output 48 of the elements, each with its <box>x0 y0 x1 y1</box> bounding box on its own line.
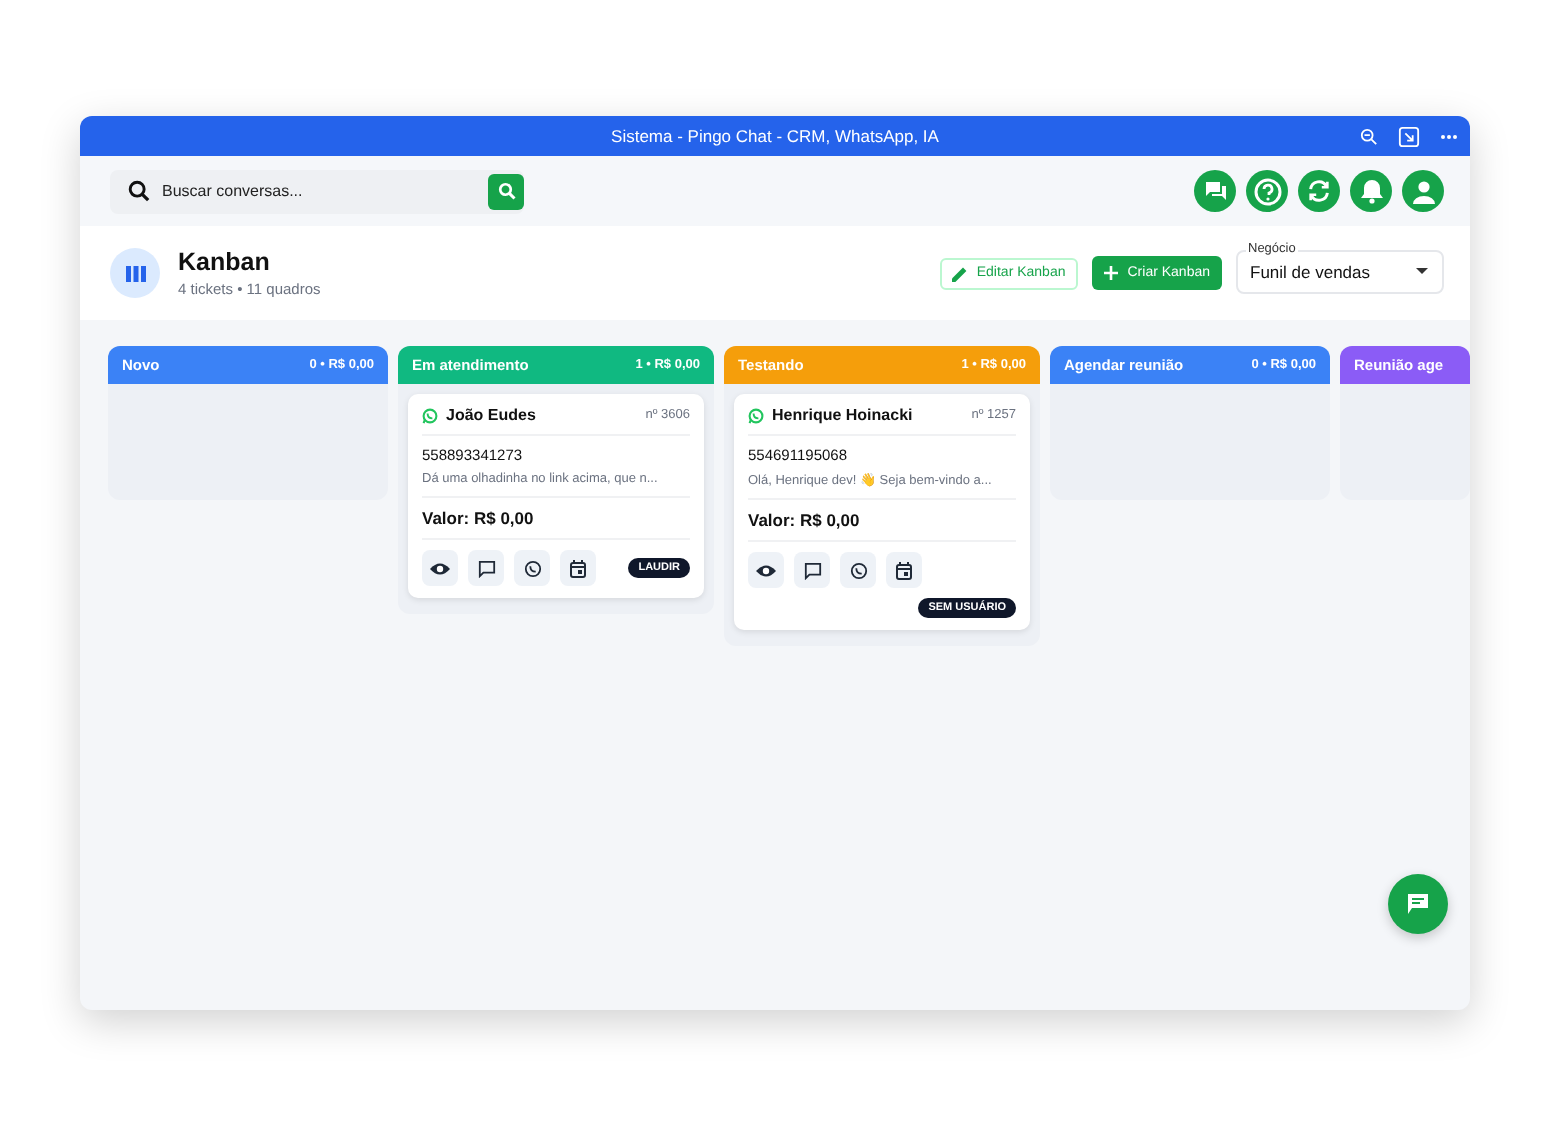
message-button[interactable] <box>468 550 504 586</box>
calendar-button[interactable] <box>560 550 596 586</box>
search-field[interactable]: Buscar conversas... <box>158 180 480 202</box>
view-button[interactable] <box>748 552 784 588</box>
speech-bubble-icon <box>477 559 495 577</box>
calendar-icon <box>570 559 586 577</box>
calendar-button[interactable] <box>886 552 922 588</box>
notification-button[interactable] <box>1350 170 1392 212</box>
whatsapp-icon <box>748 407 764 423</box>
contact-name: João Eudes <box>446 406 538 424</box>
bell-icon <box>1359 178 1383 204</box>
more-icon[interactable] <box>1440 134 1458 140</box>
kanban-icon <box>110 248 160 298</box>
eye-icon <box>756 563 776 577</box>
dropdown-caret-icon <box>1416 268 1428 274</box>
view-button[interactable] <box>422 550 458 586</box>
user-icon <box>1411 179 1435 203</box>
message-button[interactable] <box>794 552 830 588</box>
plus-icon <box>1103 266 1118 280</box>
help-button[interactable] <box>1246 170 1288 212</box>
ticket-value: Valor: R$ 0,00 <box>748 510 862 530</box>
refresh-button[interactable] <box>1298 170 1340 212</box>
chat-icon <box>1203 179 1227 203</box>
whatsapp-icon <box>422 407 438 423</box>
calendar-icon <box>896 561 912 579</box>
search-bar[interactable]: Buscar conversas... <box>110 169 524 213</box>
search-button[interactable] <box>488 173 524 209</box>
eye-icon <box>430 561 450 575</box>
chat-button[interactable] <box>1194 170 1236 212</box>
speech-bubble-icon <box>803 561 821 579</box>
select-value: Funil de vendas <box>1250 261 1371 281</box>
window-title: Sistema - Pingo Chat - CRM, WhatsApp, IA <box>611 126 939 146</box>
profile-button[interactable] <box>1402 170 1444 212</box>
search-icon <box>497 182 515 200</box>
page-title: Kanban <box>178 248 272 276</box>
pencil-icon <box>952 265 969 281</box>
refresh-icon <box>1306 178 1332 204</box>
whatsapp-icon <box>523 559 541 577</box>
chat-fab-button[interactable] <box>1388 874 1448 934</box>
help-icon <box>1253 177 1281 205</box>
whatsapp-icon <box>849 561 867 579</box>
zoom-icon[interactable] <box>1360 128 1378 146</box>
whatsapp-button[interactable] <box>840 552 876 588</box>
search-icon <box>128 180 150 202</box>
whatsapp-button[interactable] <box>514 550 550 586</box>
ticket-value: Valor: R$ 0,00 <box>422 508 536 528</box>
chat-icon <box>1406 892 1430 916</box>
contact-name: Henrique Hoinacki <box>772 406 915 424</box>
